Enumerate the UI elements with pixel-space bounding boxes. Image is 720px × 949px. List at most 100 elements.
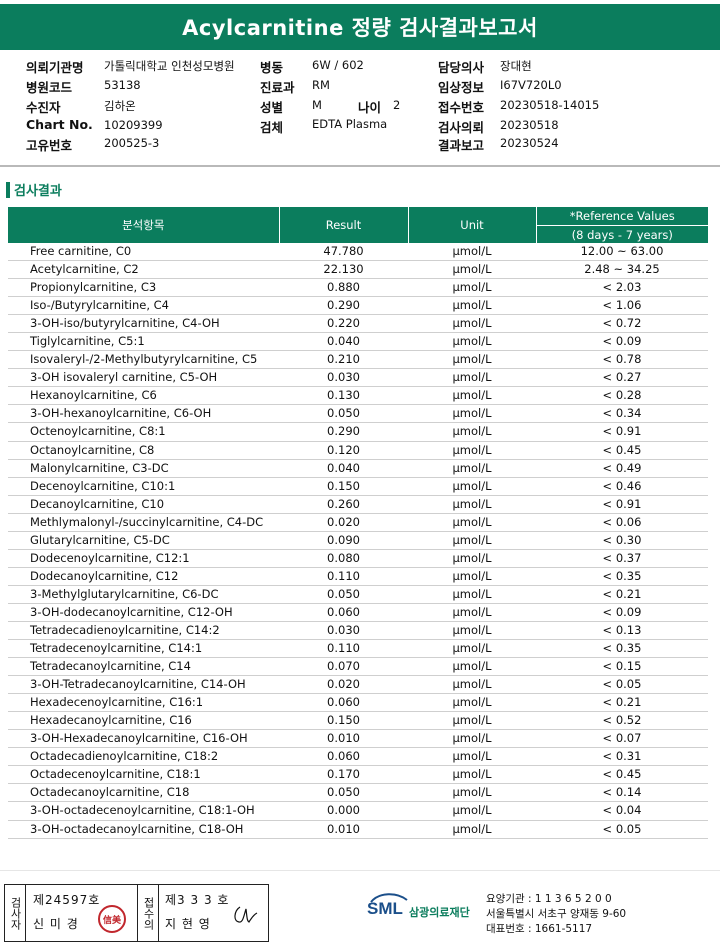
analyte-name: 3-OH-octadecenoylcarnitine, C18:1-OH [8, 801, 279, 821]
reference-value: 2.48 ~ 34.25 [536, 260, 708, 280]
table-row: Hexanoylcarnitine, C6 0.130 μmol/L < 0.28 [8, 386, 708, 406]
unit-value: μmol/L [408, 747, 536, 767]
table-row: Octadecenoylcarnitine, C18:1 0.170 μmol/L <… [8, 765, 708, 785]
info-value: 53138 [104, 78, 141, 92]
table-row: Free carnitine, C0 47.780 μmol/L 12.00 ~ 63… [8, 243, 708, 262]
analyte-name: Tetradecanoylcarnitine, C14 [8, 657, 279, 677]
analyte-name: Octadecadienoylcarnitine, C18:2 [8, 747, 279, 767]
info-value: I67V720L0 [500, 78, 562, 92]
table-row: Tetradecadienoylcarnitine, C14:2 0.030 μmo… [8, 621, 708, 641]
analyte-name: Tetradecenoylcarnitine, C14:1 [8, 639, 279, 659]
org-name: 삼광의료재단 [409, 906, 470, 919]
result-value: 0.060 [279, 747, 408, 767]
table-row: Octadecadienoylcarnitine, C18:2 0.060 μmol… [8, 747, 708, 767]
header-unit: Unit [408, 207, 537, 243]
unit-value: μmol/L [408, 386, 536, 406]
table-row: Isovaleryl-/2-Methylbutyrylcarnitine, C5… [8, 350, 708, 370]
reference-value: < 2.03 [536, 278, 708, 298]
info-label: 검체 [260, 120, 284, 135]
unit-value: μmol/L [408, 350, 536, 370]
unit-value: μmol/L [408, 260, 536, 280]
info-value: RM [312, 78, 330, 92]
unit-value: μmol/L [408, 314, 536, 334]
info-label: 성별 [260, 100, 284, 115]
footer-divider [0, 870, 720, 871]
info-label: 나이 [358, 100, 382, 115]
reference-value: < 0.35 [536, 639, 708, 659]
analyte-name: Hexadecanoylcarnitine, C16 [8, 711, 279, 731]
table-row: Tiglylcarnitine, C5:1 0.040 μmol/L < 0.09 [8, 332, 708, 352]
sml-logo: SML 삼광의료재단 [367, 891, 487, 931]
analyte-name: Propionylcarnitine, C3 [8, 278, 279, 298]
table-row: Iso-/Butyrylcarnitine, C4 0.290 μmol/L < 1.… [8, 296, 708, 316]
tester-name: 신 미 경 [33, 917, 79, 931]
unit-value: μmol/L [408, 585, 536, 604]
reference-value: < 0.13 [536, 621, 708, 641]
reference-value: < 0.91 [536, 495, 708, 514]
table-row: 3-OH-Hexadecanoylcarnitine, C16-OH 0.010 μ… [8, 729, 708, 749]
report-title: Acylcarnitine 정량 검사결과보고서 [0, 4, 720, 50]
header-item: 분석항목 [8, 207, 280, 243]
info-label: 고유번호 [26, 138, 73, 153]
result-value: 22.130 [279, 260, 408, 280]
unit-value: μmol/L [408, 603, 536, 622]
table-row: Dodecenoylcarnitine, C12:1 0.080 μmol/L < 0… [8, 549, 708, 568]
reference-value: < 0.31 [536, 747, 708, 767]
analyte-name: Hexanoylcarnitine, C6 [8, 386, 279, 406]
unit-value: μmol/L [408, 441, 536, 460]
unit-value: μmol/L [408, 422, 536, 442]
table-row: Glutarylcarnitine, C5-DC 0.090 μmol/L < 0.3… [8, 531, 708, 550]
section-marker [6, 181, 10, 198]
table-row: Dodecanoylcarnitine, C12 0.110 μmol/L < 0.3… [8, 567, 708, 586]
info-label: 검사의뢰 [438, 120, 485, 135]
info-label: 결과보고 [438, 138, 485, 153]
table-row: 3-OH-octadecenoylcarnitine, C18:1-OH 0.00… [8, 801, 708, 821]
table-row: Decanoylcarnitine, C10 0.260 μmol/L < 0.91 [8, 495, 708, 514]
results-table: 분석항목 Result Unit *Reference Values (8 da… [8, 207, 708, 839]
result-value: 0.090 [279, 531, 408, 550]
info-value: EDTA Plasma [312, 117, 388, 131]
reference-value: < 0.49 [536, 459, 708, 478]
reference-value: < 0.27 [536, 368, 708, 388]
org-contact: 요양기관 : 1 1 3 6 5 2 0 0 서울특별시 서초구 양재동 9-6… [486, 892, 626, 937]
result-value: 0.110 [279, 639, 408, 659]
result-value: 0.130 [279, 386, 408, 406]
analyte-name: 3-OH-hexanoylcarnitine, C6-OH [8, 404, 279, 424]
info-value: 가톨릭대학교 인천성모병원 [104, 59, 235, 73]
info-label: Chart No. [26, 117, 93, 132]
result-value: 0.110 [279, 567, 408, 586]
analyte-name: 3-OH-Hexadecanoylcarnitine, C16-OH [8, 729, 279, 749]
analyte-name: Dodecanoylcarnitine, C12 [8, 567, 279, 586]
analyte-name: Dodecenoylcarnitine, C12:1 [8, 549, 279, 568]
unit-value: μmol/L [408, 783, 536, 803]
table-row: Propionylcarnitine, C3 0.880 μmol/L < 2.03 [8, 278, 708, 298]
result-value: 0.030 [279, 621, 408, 641]
info-label: 병원코드 [26, 80, 73, 95]
signature-box: 검사자 제24597호 신 미 경 信美 접수의 제3 3 3 호 지 현 영 [4, 884, 269, 942]
unit-value: μmol/L [408, 639, 536, 659]
analyte-name: 3-OH-dodecanoylcarnitine, C12-OH [8, 603, 279, 622]
analyte-name: Glutarylcarnitine, C5-DC [8, 531, 279, 550]
table-row: Tetradecenoylcarnitine, C14:1 0.110 μmol/L… [8, 639, 708, 659]
header-reference-range: (8 days - 7 years) [536, 225, 708, 243]
info-value: 20230518 [500, 118, 559, 132]
result-value: 0.290 [279, 296, 408, 316]
result-value: 0.170 [279, 765, 408, 785]
divider [0, 165, 720, 167]
table-row: Decenoylcarnitine, C10:1 0.150 μmol/L < 0.4… [8, 477, 708, 496]
analyte-name: 3-OH-iso/butyrylcarnitine, C4-OH [8, 314, 279, 334]
info-value: 장대현 [500, 59, 532, 73]
table-row: Malonylcarnitine, C3-DC 0.040 μmol/L < 0.49 [8, 459, 708, 478]
analyte-name: Iso-/Butyrylcarnitine, C4 [8, 296, 279, 316]
approver-name: 지 현 영 [165, 917, 211, 931]
unit-value: μmol/L [408, 513, 536, 532]
analyte-name: Octenoylcarnitine, C8:1 [8, 422, 279, 442]
unit-value: μmol/L [408, 621, 536, 641]
reference-value: 12.00 ~ 63.00 [536, 243, 708, 262]
result-value: 0.260 [279, 495, 408, 514]
tester-label-text: 검사자 [9, 896, 22, 930]
patient-info: 의뢰기관명 가톨릭대학교 인천성모병원 병원코드 53138 수진자 김하온 C… [0, 55, 720, 155]
analyte-name: Methlymalonyl-/succinylcarnitine, C4-DC [8, 513, 279, 532]
reference-value: < 0.21 [536, 585, 708, 604]
unit-value: μmol/L [408, 657, 536, 677]
